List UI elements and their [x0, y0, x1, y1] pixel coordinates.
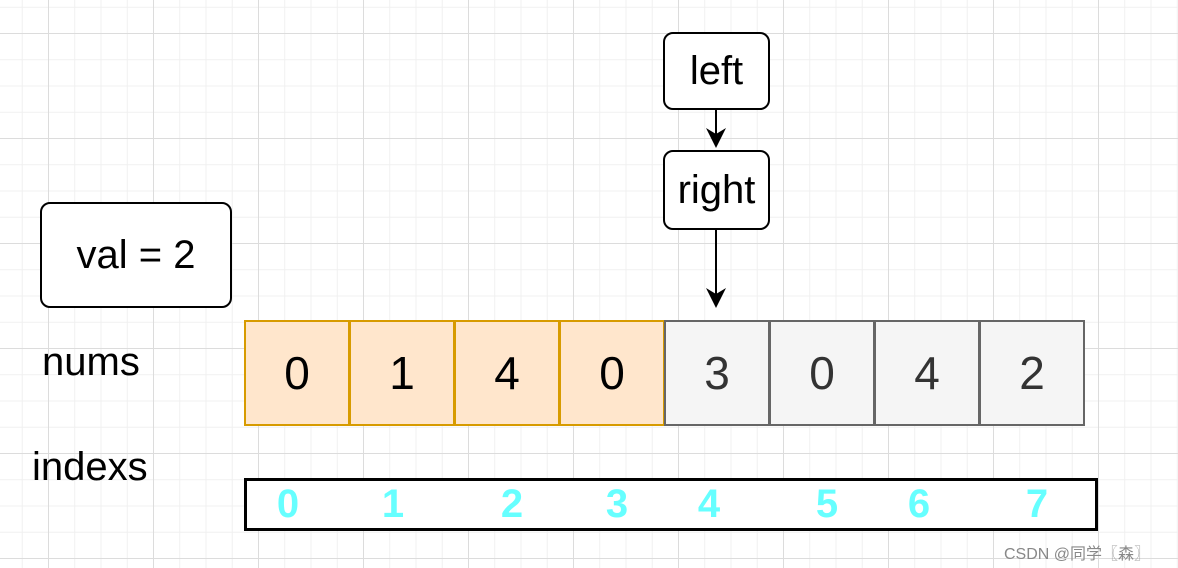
index-label: 2 — [500, 482, 524, 526]
index-label: 1 — [381, 482, 405, 526]
indexs-label: indexs — [32, 445, 148, 489]
diagram-canvas: val = 2 left right nums indexs CSDN @同学〖… — [0, 0, 1178, 568]
array-cell: 1 — [349, 320, 455, 426]
index-label: 3 — [605, 482, 629, 526]
index-label: 5 — [815, 482, 839, 526]
index-label: 7 — [1025, 482, 1049, 526]
index-label: 6 — [907, 482, 931, 526]
array-cell: 0 — [769, 320, 875, 426]
watermark: CSDN @同学〖森〗 — [1004, 546, 1151, 563]
index-label: 0 — [276, 482, 300, 526]
array-cell: 0 — [559, 320, 665, 426]
array-cell: 2 — [979, 320, 1085, 426]
array-cell: 3 — [664, 320, 770, 426]
nums-label: nums — [42, 340, 140, 384]
index-label: 4 — [697, 482, 721, 526]
array-cell: 0 — [244, 320, 350, 426]
array-cell: 4 — [874, 320, 980, 426]
array-cell: 4 — [454, 320, 560, 426]
